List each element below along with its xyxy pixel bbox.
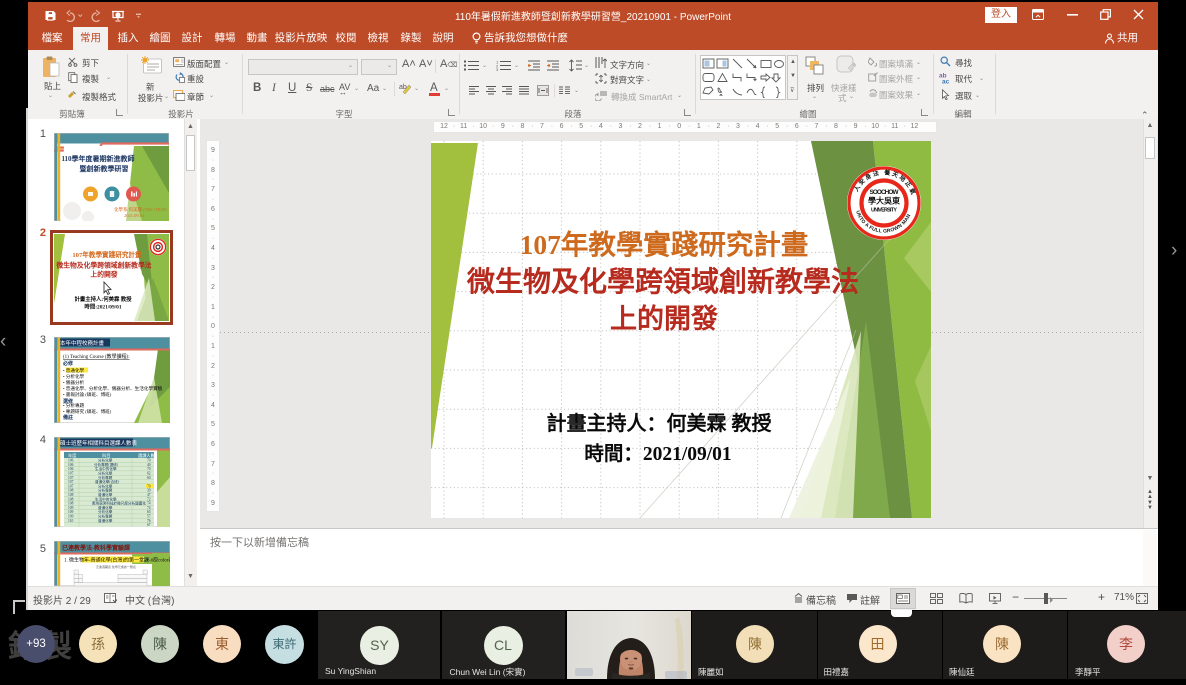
svg-text:(1) Teaching Course (教學課程):: (1) Teaching Course (教學課程):	[63, 353, 130, 360]
svg-text:分析化學: 分析化學	[98, 483, 113, 488]
svg-text:分析專題: 分析專題	[98, 488, 113, 493]
svg-text:UNIVERSITY: UNIVERSITY	[871, 208, 897, 214]
svg-text:時間:2021/09/01: 時間:2021/09/01	[84, 303, 121, 311]
svg-text:元素週期表 化學元素的一覽表: 元素週期表 化學元素的一覽表	[96, 564, 136, 569]
svg-text:已連教學法-教科學實驗課: 已連教學法-教科學實驗課	[62, 544, 130, 552]
svg-text:普通化學: 普通化學	[98, 505, 113, 510]
svg-text:分析化學: 分析化學	[98, 471, 113, 476]
svg-text:分析專題: 分析專題	[98, 475, 113, 480]
svg-text:分析化學: 分析化學	[98, 509, 113, 514]
svg-text:110: 110	[68, 519, 73, 523]
svg-text:應用感測科技於微尺度分析國農化: 應用感測科技於微尺度分析國農化	[92, 501, 146, 506]
svg-text:生活中的化學: 生活中的化學	[95, 496, 117, 501]
svg-text:計畫主持人:何美霖 教授: 計畫主持人:何美霖 教授	[74, 295, 132, 303]
svg-text:選修: 選修	[63, 398, 74, 405]
svg-text:• 普通化學: • 普通化學	[63, 367, 85, 374]
svg-text:• 書報討論 (碩班、博班): • 書報討論 (碩班、博班)	[63, 391, 112, 398]
svg-text:• 專題研究 (碩班、博班): • 專題研究 (碩班、博班)	[63, 408, 112, 415]
svg-text:分析專題: 分析專題	[98, 514, 113, 519]
svg-text:化學系 何美霖 (NSC-TIGP): 化學系 何美霖 (NSC-TIGP)	[114, 206, 167, 213]
svg-text:普通化學: 普通化學	[98, 518, 113, 523]
svg-text:• 分析化學: • 分析化學	[63, 373, 85, 380]
svg-text:分析化學: 分析化學	[98, 458, 113, 463]
svg-text:SOOCHOW: SOOCHOW	[870, 189, 900, 196]
svg-text:備註: 備註	[63, 414, 73, 421]
svg-text:3: 3	[496, 67, 499, 71]
svg-text:2021.09.01: 2021.09.01	[124, 213, 144, 218]
svg-text:普通化學(合班): 普通化學(合班)	[95, 479, 120, 484]
svg-text:上的開發: 上的開發	[90, 270, 117, 279]
svg-text:1. 微生物年-普通化學(台灣)的第一堂課-ö原color表: 1. 微生物年-普通化學(台灣)的第一堂課-ö原color表	[64, 557, 170, 564]
svg-text:碩士班歷年相關科目選課人數表: 碩士班歷年相關科目選課人數表	[60, 439, 138, 447]
svg-text:普通化學: 普通化學	[98, 492, 113, 497]
svg-text:分析專題(選修): 分析專題(選修)	[94, 462, 119, 467]
svg-text:67: 67	[147, 523, 151, 527]
svg-text:107年教學實踐研究計畫: 107年教學實踐研究計畫	[72, 250, 142, 259]
svg-text:學大吳東: 學大吳東	[868, 196, 900, 206]
svg-text:• 普通化學、分析化學、儀器分析、生活化學實驗: • 普通化學、分析化學、儀器分析、生活化學實驗	[63, 385, 163, 392]
svg-text:60: 60	[147, 476, 151, 480]
svg-text:微生物及化學跨領域創新教學法: 微生物及化學跨領域創新教學法	[55, 261, 151, 270]
svg-text:110學年度暑期新進教師: 110學年度暑期新進教師	[61, 154, 134, 163]
svg-text:ac: ac	[942, 79, 950, 85]
svg-text:• 儀器分析: • 儀器分析	[63, 379, 85, 386]
svg-text:本年中程校務計畫: 本年中程校務計畫	[60, 339, 105, 347]
svg-text:生活中的化學: 生活中的化學	[95, 466, 117, 471]
svg-text:必修: 必修	[62, 360, 74, 367]
svg-text:暨創新教學研習: 暨創新教學研習	[80, 164, 129, 173]
